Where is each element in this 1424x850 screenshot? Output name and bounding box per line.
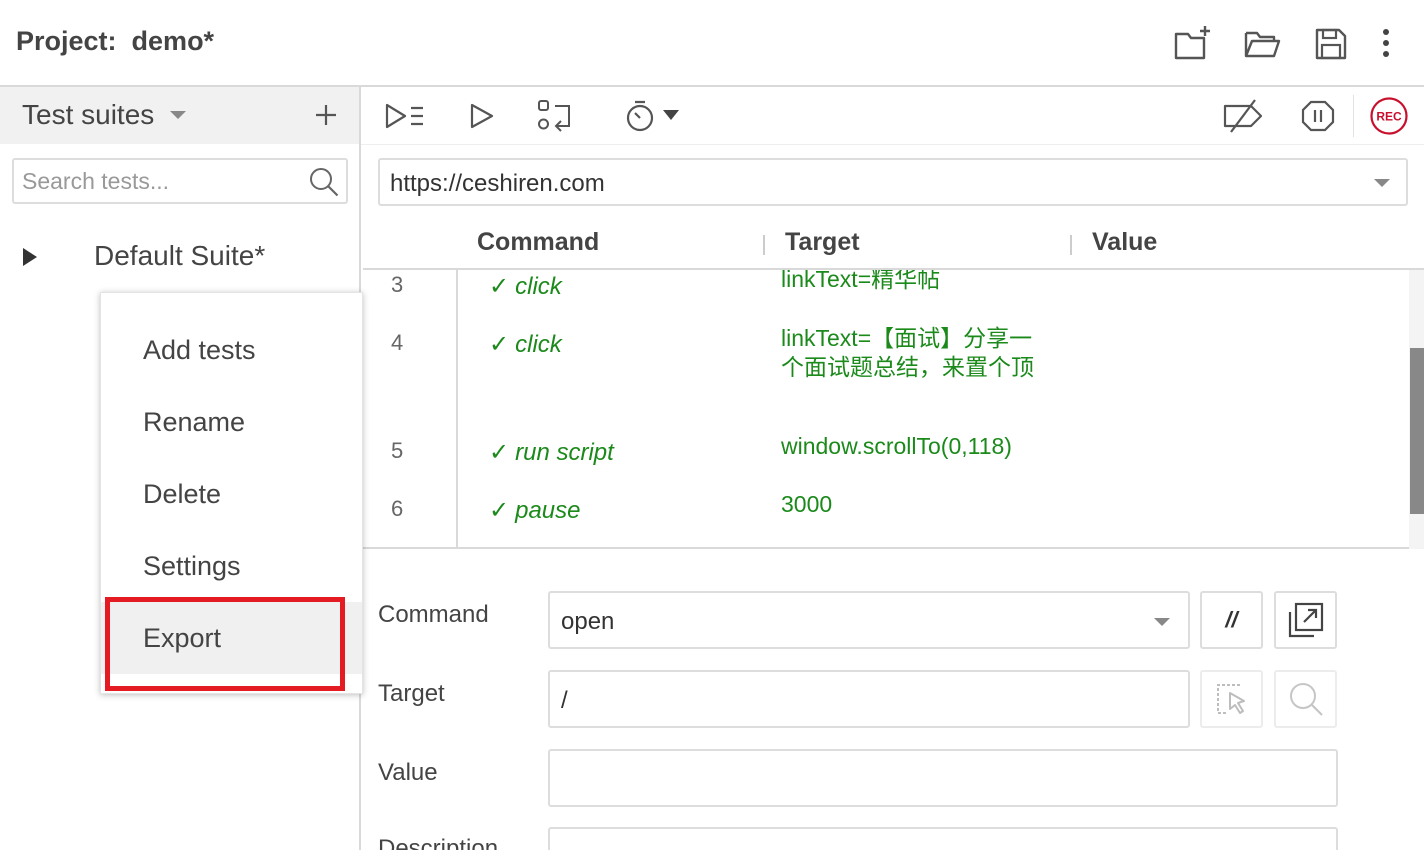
row-target: 3000 — [781, 491, 833, 517]
row-number: 3 — [391, 272, 404, 297]
add-suite-icon[interactable] — [310, 99, 342, 131]
comment-icon: // — [1225, 607, 1238, 632]
search-input[interactable] — [22, 166, 302, 196]
project-name[interactable]: demo* — [132, 26, 215, 56]
find-target-button[interactable] — [1274, 670, 1337, 728]
target-label: Target — [378, 680, 445, 707]
select-element-icon — [1216, 684, 1245, 714]
base-url-select[interactable]: https://ceshiren.com — [378, 158, 1408, 206]
table-row[interactable]: 3 ✓ click linkText=精华帖 — [363, 270, 1408, 314]
toolbar-separator — [1353, 95, 1354, 137]
row-command-text: click — [515, 331, 562, 358]
new-project-icon[interactable] — [1172, 24, 1212, 64]
row-target: linkText=【面试】分享一个面试题总结，来置个顶 — [781, 325, 1034, 380]
value-field[interactable] — [548, 749, 1338, 807]
row-command: ✓ click — [489, 330, 562, 359]
rec-label: REC — [1376, 110, 1402, 124]
chevron-down-icon[interactable] — [1154, 618, 1170, 626]
row-number: 6 — [391, 496, 404, 521]
command-table-body: 3 ✓ click linkText=精华帖 4 ✓ click linkText=… — [363, 270, 1424, 549]
table-row[interactable]: 4 ✓ click linkText=【面试】分享一个面试题总结，来置个顶 — [363, 324, 1408, 424]
description-label: Description — [378, 835, 499, 850]
column-header-command: Command — [477, 228, 600, 256]
description-field[interactable] — [548, 827, 1338, 850]
suite-name[interactable]: Default Suite* — [94, 240, 265, 272]
test-suites-title[interactable]: Test suites — [22, 99, 154, 131]
table-scrollbar-thumb[interactable] — [1410, 348, 1424, 514]
search-icon[interactable] — [308, 166, 340, 198]
menu-item-delete[interactable]: Delete — [101, 458, 362, 530]
run-current-test-icon[interactable] — [465, 96, 497, 136]
row-command-text: run script — [515, 439, 614, 466]
command-select[interactable]: open — [548, 591, 1190, 649]
select-target-button[interactable] — [1200, 670, 1263, 728]
base-url-value: https://ceshiren.com — [390, 170, 605, 197]
menu-item-export[interactable]: Export — [101, 602, 362, 674]
search-icon — [1289, 683, 1323, 716]
main-toolbar: REC — [361, 87, 1424, 145]
column-resize-handle[interactable] — [1070, 235, 1072, 255]
row-command: ✓ run script — [489, 438, 614, 467]
speed-icon[interactable] — [623, 96, 685, 136]
save-project-icon[interactable] — [1311, 24, 1351, 64]
chevron-down-icon[interactable] — [170, 111, 186, 119]
app-header: Project: demo* — [0, 0, 1424, 87]
command-table-header: Command Target Value — [363, 222, 1424, 270]
project-title[interactable]: Project: demo* — [16, 26, 214, 57]
menu-item-rename[interactable]: Rename — [101, 386, 362, 458]
command-label: Command — [378, 601, 489, 628]
target-field[interactable]: / — [548, 670, 1190, 728]
table-row[interactable]: 6 ✓ pause 3000 — [363, 490, 1408, 546]
more-options-icon[interactable] — [1366, 24, 1406, 64]
menu-item-add-tests[interactable]: Add tests — [101, 314, 362, 386]
disable-breakpoints-icon[interactable] — [1221, 96, 1265, 136]
step-over-icon[interactable] — [535, 96, 575, 136]
record-icon[interactable]: REC — [1369, 96, 1409, 136]
column-resize-handle[interactable] — [763, 235, 765, 255]
success-check-icon: ✓ — [489, 331, 510, 358]
row-number: 5 — [391, 438, 404, 463]
row-target: window.scrollTo(0,118) — [781, 433, 1012, 459]
suite-context-menu: Add tests Rename Delete Settings Export — [100, 292, 363, 694]
open-reference-button[interactable] — [1274, 591, 1337, 649]
chevron-down-icon[interactable] — [1374, 179, 1390, 187]
row-command-text: pause — [515, 497, 581, 524]
project-label: Project: — [16, 26, 117, 56]
table-row[interactable]: 5 ✓ run script window.scrollTo(0,118) — [363, 432, 1408, 488]
open-in-new-window-icon — [1288, 602, 1323, 638]
target-value: / — [561, 687, 568, 714]
suite-row-default[interactable]: Default Suite* — [0, 232, 359, 282]
success-check-icon: ✓ — [489, 439, 510, 466]
row-number: 4 — [391, 330, 404, 355]
comment-toggle-button[interactable]: // — [1200, 591, 1263, 649]
column-header-target: Target — [785, 228, 860, 256]
success-check-icon: ✓ — [489, 497, 510, 524]
menu-item-settings[interactable]: Settings — [101, 530, 362, 602]
search-box — [12, 158, 348, 204]
row-command: ✓ click — [489, 272, 562, 301]
column-header-value: Value — [1092, 228, 1158, 256]
pause-on-exceptions-icon[interactable] — [1301, 96, 1335, 136]
row-command: ✓ pause — [489, 496, 581, 525]
expand-arrow-icon[interactable] — [23, 248, 37, 266]
open-project-icon[interactable] — [1242, 24, 1282, 64]
test-suites-header: Test suites — [0, 87, 359, 144]
row-command-text: click — [515, 273, 562, 300]
value-label: Value — [378, 759, 438, 786]
row-target: linkText=精华帖 — [781, 270, 941, 292]
command-value: open — [561, 608, 615, 635]
success-check-icon: ✓ — [489, 273, 510, 300]
run-all-tests-icon[interactable] — [383, 96, 427, 136]
